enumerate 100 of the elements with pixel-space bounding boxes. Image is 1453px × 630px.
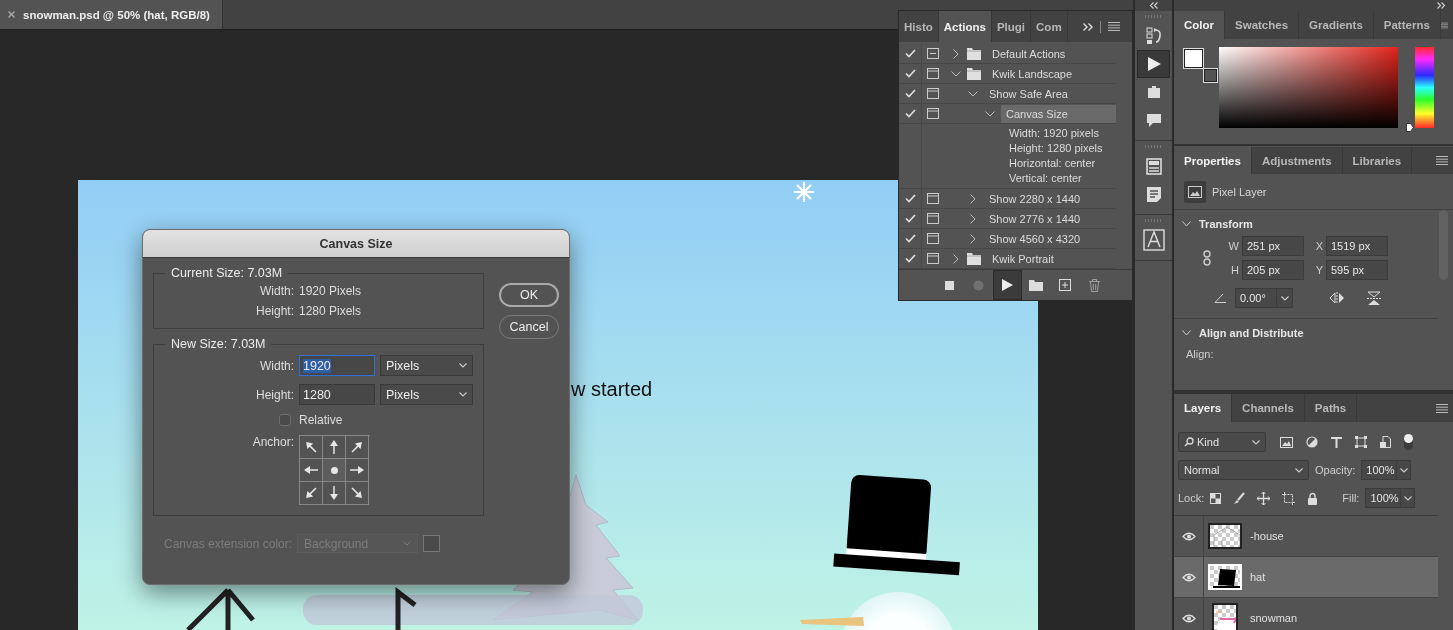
expand-panel-icon[interactable]	[1083, 22, 1093, 31]
flip-horizontal-icon[interactable]	[1329, 292, 1345, 304]
panel-tab[interactable]: Actions	[938, 11, 992, 43]
foreground-color-swatch[interactable]	[1184, 49, 1203, 68]
play-button[interactable]	[992, 270, 1022, 300]
input-field[interactable]: 595 px	[1326, 260, 1388, 280]
fill-field[interactable]: 100%	[1365, 488, 1416, 508]
panel-tab[interactable]: Layers	[1174, 394, 1233, 422]
action-item[interactable]: Show 2776 x 1440	[984, 210, 1086, 228]
history-icon[interactable]	[1143, 26, 1164, 46]
checkmark-icon[interactable]	[904, 254, 916, 264]
link-icon[interactable]	[1203, 250, 1211, 266]
opacity-field[interactable]: 100%	[1361, 460, 1412, 480]
transform-box-icon[interactable]	[1355, 436, 1367, 448]
input-field[interactable]: 1920	[299, 355, 375, 376]
crop-frame-icon[interactable]	[1282, 491, 1296, 505]
action-item[interactable]: Default Actions	[987, 45, 1071, 63]
scrollbar[interactable]	[1439, 210, 1448, 280]
note-icon[interactable]	[1145, 185, 1162, 203]
type-icon[interactable]	[1331, 436, 1342, 448]
layer-thumbnail[interactable]	[1212, 603, 1238, 630]
anchor-cell[interactable]	[346, 436, 369, 459]
checkmark-icon[interactable]	[904, 69, 916, 79]
chevron-right-icon[interactable]	[953, 254, 959, 264]
chevron-right-icon[interactable]	[970, 214, 976, 224]
close-icon[interactable]	[8, 11, 15, 18]
action-item[interactable]: Show 4560 x 4320	[984, 230, 1086, 248]
chevron-down-icon[interactable]	[985, 111, 995, 117]
action-item[interactable]: Kwik Portrait	[987, 250, 1059, 268]
layer-name[interactable]: -house	[1246, 530, 1284, 542]
comment-icon[interactable]	[1145, 112, 1162, 128]
dialog-toggle-icon[interactable]	[927, 233, 939, 245]
checkbox[interactable]	[279, 414, 291, 426]
action-item[interactable]: Show 2280 x 1440	[984, 190, 1086, 208]
blend-mode-dropdown[interactable]: Normal	[1178, 460, 1309, 480]
flip-vertical-icon[interactable]	[1367, 290, 1381, 306]
checkmark-icon[interactable]	[904, 234, 916, 244]
image-icon[interactable]	[1280, 436, 1293, 448]
text-icon[interactable]	[1142, 229, 1165, 251]
anchor-cell[interactable]	[323, 482, 346, 505]
section-title[interactable]: Transform	[1199, 218, 1253, 230]
half-circle-icon[interactable]	[1306, 436, 1318, 448]
move-icon[interactable]	[1257, 491, 1271, 505]
document-tab[interactable]: snowman.psd @ 50% (hat, RGB/8)	[0, 0, 223, 29]
unit-dropdown[interactable]: Pixels	[380, 384, 473, 405]
dialog-toggle-icon[interactable]	[927, 193, 939, 205]
menu-icon[interactable]	[1440, 20, 1448, 30]
action-item[interactable]: Canvas Size	[1001, 105, 1116, 123]
anchor-cell[interactable]	[346, 459, 369, 482]
chevron-down-icon[interactable]	[1182, 330, 1191, 336]
filter-toggle[interactable]	[1404, 434, 1413, 450]
layer-thumbnail[interactable]	[1208, 523, 1242, 549]
action-item[interactable]: Show Safe Area	[984, 85, 1073, 103]
angle-field[interactable]: 0.00°	[1235, 288, 1293, 308]
chevron-right-icon[interactable]	[970, 194, 976, 204]
layer-row[interactable]: hat	[1174, 557, 1438, 598]
collapse-icon[interactable]	[1148, 2, 1159, 9]
panel-tab[interactable]: Properties	[1174, 147, 1252, 174]
checker-icon[interactable]	[1210, 492, 1222, 504]
color-field[interactable]	[1219, 47, 1398, 128]
chevron-down-icon[interactable]	[968, 91, 978, 97]
input-field[interactable]: 251 px	[1242, 236, 1304, 256]
background-color-swatch[interactable]	[1204, 69, 1217, 82]
checkmark-icon[interactable]	[904, 49, 916, 59]
slider-marker-icon[interactable]	[1406, 123, 1414, 132]
anchor-cell[interactable]	[323, 459, 346, 482]
brush-icon[interactable]	[1233, 491, 1246, 505]
anchor-cell[interactable]	[300, 436, 323, 459]
eye-icon[interactable]	[1181, 531, 1196, 541]
anchor-cell[interactable]	[346, 482, 369, 505]
dialog-toggle-icon[interactable]	[927, 213, 939, 225]
input-field[interactable]: 1519 px	[1326, 236, 1388, 256]
chevron-right-icon[interactable]	[953, 49, 959, 59]
dialog-toggle-icon[interactable]	[927, 48, 939, 60]
menu-icon[interactable]	[1108, 22, 1120, 32]
unit-dropdown[interactable]: Pixels	[380, 355, 473, 376]
menu-icon[interactable]	[1436, 403, 1448, 413]
input-field[interactable]: 1280	[299, 384, 375, 405]
layer-name[interactable]: hat	[1246, 571, 1266, 583]
section-title[interactable]: Align and Distribute	[1199, 327, 1304, 339]
dialog-toggle-icon[interactable]	[927, 68, 939, 80]
filter-dropdown[interactable]: Kind	[1178, 432, 1266, 452]
dialog-toggle-icon[interactable]	[927, 108, 939, 120]
layer-row[interactable]: snowman	[1174, 598, 1438, 630]
chevron-down-icon[interactable]	[1182, 221, 1191, 227]
document-icon[interactable]	[1380, 436, 1391, 448]
expand-icon[interactable]	[1436, 2, 1446, 9]
anchor-cell[interactable]	[300, 482, 323, 505]
dialog-toggle-icon[interactable]	[927, 88, 939, 100]
checkmark-icon[interactable]	[904, 214, 916, 224]
checkbox-label[interactable]: Relative	[299, 413, 473, 427]
chevron-down-icon[interactable]	[951, 71, 961, 77]
layer-name[interactable]: snowman	[1246, 612, 1298, 624]
checkmark-icon[interactable]	[904, 109, 916, 119]
checkmark-icon[interactable]	[904, 89, 916, 99]
checkmark-icon[interactable]	[904, 194, 916, 204]
chevron-right-icon[interactable]	[970, 234, 976, 244]
cancel-button[interactable]: Cancel	[499, 315, 559, 339]
ok-button[interactable]: OK	[499, 283, 559, 307]
padlock-icon[interactable]	[1307, 491, 1319, 505]
